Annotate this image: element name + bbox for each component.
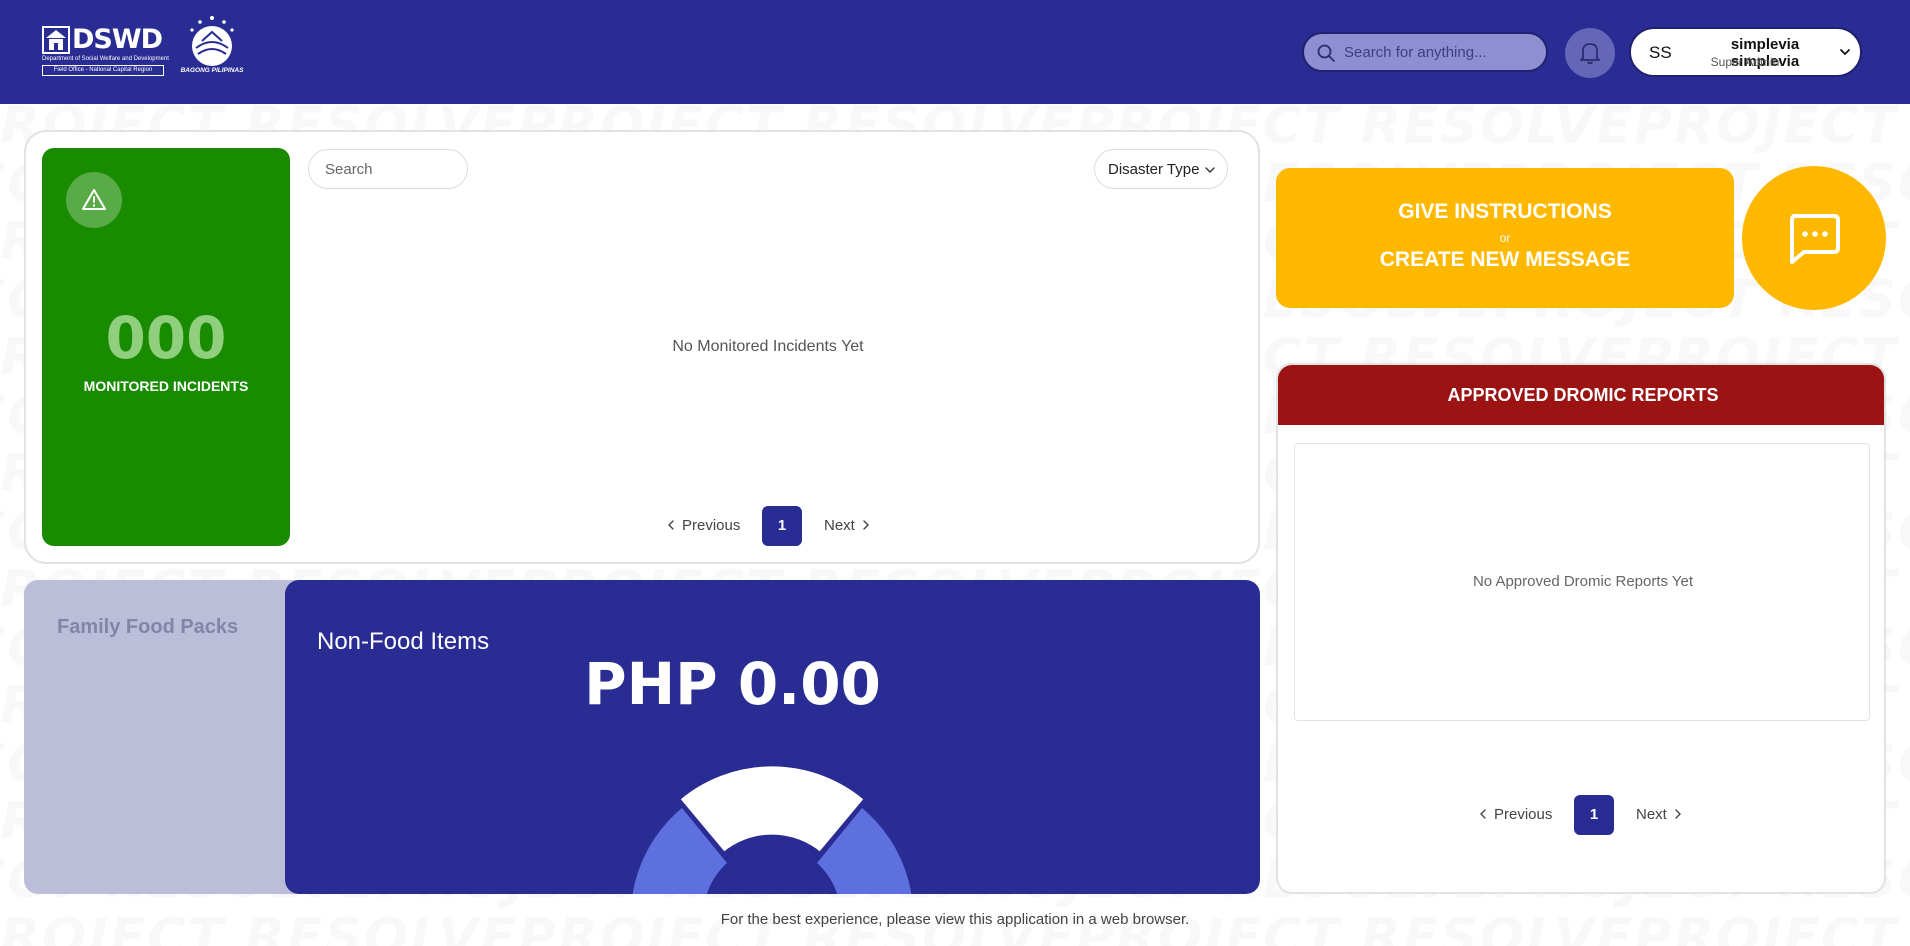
chat-bubble-icon xyxy=(1790,214,1840,264)
chevron-right-icon xyxy=(1675,809,1681,819)
user-menu[interactable]: SS simplevia simplevia Super Admin xyxy=(1629,27,1862,77)
incidents-search-input[interactable] xyxy=(309,150,467,188)
non-food-items-panel[interactable]: Non-Food Items PHP 0.00 xyxy=(285,580,1260,894)
dswd-wordmark: DSWD xyxy=(72,24,163,55)
dromic-prev-label: Previous xyxy=(1494,806,1553,823)
bagong-pilipinas-text: BAGONG PILIPINAS xyxy=(180,67,244,74)
dswd-logo[interactable]: DSWD Department of Social Welfare and De… xyxy=(42,24,169,78)
bagong-pilipinas-emblem-icon xyxy=(190,16,234,66)
chevron-down-icon xyxy=(1205,167,1215,173)
user-role: Super Admin xyxy=(1710,55,1780,69)
user-initials: SS xyxy=(1649,43,1672,62)
bell-icon xyxy=(1580,43,1600,65)
notifications-button[interactable] xyxy=(1565,28,1615,78)
family-food-packs-label: Family Food Packs xyxy=(57,616,239,638)
dromic-reports-list: No Approved Dromic Reports Yet xyxy=(1294,443,1870,721)
top-header: DSWD Department of Social Welfare and De… xyxy=(0,0,1910,104)
search-icon xyxy=(1317,44,1335,62)
new-message-button[interactable] xyxy=(1742,166,1886,310)
chevron-left-icon xyxy=(668,520,674,530)
monitored-incidents-label: MONITORED INCIDENTS xyxy=(83,378,249,394)
disaster-type-filter[interactable]: Disaster Type xyxy=(1094,149,1228,189)
dswd-department-text: Department of Social Welfare and Develop… xyxy=(42,56,169,62)
disaster-type-label: Disaster Type xyxy=(1108,161,1200,178)
non-food-items-amount: PHP 0.00 xyxy=(584,650,881,718)
incidents-prev-button[interactable]: Previous xyxy=(666,517,740,534)
global-search-input[interactable] xyxy=(1344,34,1540,70)
incidents-next-button[interactable]: Next xyxy=(824,517,871,534)
incidents-search[interactable] xyxy=(308,149,468,189)
dromic-pagination: Previous 1 Next xyxy=(1478,795,1718,835)
browser-notice: For the best experience, please view thi… xyxy=(720,911,1190,928)
non-food-items-gauge xyxy=(632,762,912,894)
give-instructions-button[interactable]: GIVE INSTRUCTIONS or CREATE NEW MESSAGE xyxy=(1276,168,1734,308)
dromic-reports-title: APPROVED DROMIC REPORTS xyxy=(1278,365,1884,425)
warning-badge xyxy=(66,172,122,228)
incidents-card: 000 MONITORED INCIDENTS Disaster Type No… xyxy=(24,130,1260,564)
incidents-page-1[interactable]: 1 xyxy=(762,506,802,546)
incidents-pagination: Previous 1 Next xyxy=(666,506,906,546)
create-message-label: CREATE NEW MESSAGE xyxy=(1379,248,1631,271)
chevron-right-icon xyxy=(863,520,869,530)
bagong-pilipinas-logo: BAGONG PILIPINAS xyxy=(178,14,246,78)
incidents-next-label: Next xyxy=(824,517,855,534)
dromic-next-label: Next xyxy=(1636,806,1667,823)
dromic-next-button[interactable]: Next xyxy=(1636,806,1683,823)
instructions-or-label: or xyxy=(1499,231,1511,245)
dromic-page-1[interactable]: 1 xyxy=(1574,795,1614,835)
chevron-down-icon xyxy=(1840,49,1850,56)
family-food-packs-panel[interactable]: Family Food Packs Non-Food Items PHP 0.0… xyxy=(24,580,1260,894)
dswd-office-text: Field Office - National Capital Region xyxy=(42,65,164,76)
dromic-empty-message: No Approved Dromic Reports Yet xyxy=(1472,573,1694,590)
global-search[interactable] xyxy=(1302,32,1548,72)
incidents-empty-message: No Monitored Incidents Yet xyxy=(672,338,864,355)
dromic-prev-button[interactable]: Previous xyxy=(1478,806,1552,823)
give-instructions-label: GIVE INSTRUCTIONS xyxy=(1398,200,1612,223)
chevron-left-icon xyxy=(1480,809,1486,819)
approved-dromic-reports-card: APPROVED DROMIC REPORTS No Approved Drom… xyxy=(1276,363,1886,894)
dswd-house-icon xyxy=(42,26,70,54)
monitored-incidents-panel: 000 MONITORED INCIDENTS xyxy=(42,148,290,546)
incidents-prev-label: Previous xyxy=(682,517,741,534)
warning-icon xyxy=(82,189,106,210)
monitored-incidents-count: 000 xyxy=(105,304,227,372)
